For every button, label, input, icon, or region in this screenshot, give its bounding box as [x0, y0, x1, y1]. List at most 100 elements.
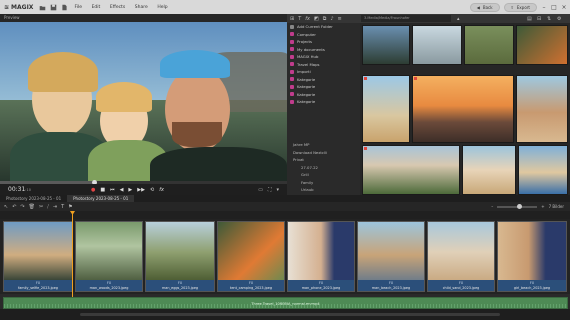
timeline-ruler[interactable] — [0, 211, 570, 219]
media-thumb[interactable] — [516, 75, 568, 143]
insert-icon[interactable]: ⇥ — [53, 204, 57, 210]
menu-share[interactable]: Share — [135, 5, 148, 10]
folder-item[interactable]: My documents — [287, 46, 360, 54]
menu-edit[interactable]: Edit — [92, 5, 101, 10]
tree-item[interactable]: 27.07.22 — [287, 164, 360, 172]
pointer-icon[interactable]: ↖ — [4, 204, 8, 210]
tree-item[interactable]: Family — [287, 179, 360, 187]
preview-controls: 00:31:10 ● ■ ⏮ ◀ ▶ ▶▶ ⟲ fx ▭ ⛶ ▾ — [0, 184, 287, 195]
zoom-in-icon[interactable]: + — [541, 204, 544, 209]
maximize-icon[interactable]: □ — [551, 4, 557, 11]
folder-list: Add Current Folder Computer Projects My … — [287, 23, 360, 195]
media-thumb[interactable] — [516, 25, 568, 65]
timeline-clip[interactable]: FX man_phone_2023.jpeg — [287, 221, 355, 292]
marker-icon[interactable]: ⚑ — [68, 204, 72, 210]
timeline-toolbar: ↖ ↶ ↷ 🗑 ✂ ⧸ ⇥ T ⚑ – + 7 Bilder — [0, 202, 570, 211]
music-icon[interactable]: ♪ — [330, 16, 333, 22]
cast-icon[interactable]: ▭ — [258, 187, 263, 193]
dropdown-icon[interactable]: ▾ — [276, 187, 279, 193]
settings-icon[interactable]: ⚙ — [557, 16, 561, 22]
folder-icon — [290, 47, 294, 52]
tree-item[interactable]: Urlaub — [287, 186, 360, 194]
folder-item[interactable]: Kategorie — [287, 91, 360, 99]
save-icon[interactable] — [50, 4, 57, 11]
stop-icon[interactable]: ■ — [100, 187, 105, 193]
skip-back-icon[interactable]: ⏮ — [110, 187, 115, 193]
export-button[interactable]: ⇪ Export — [503, 2, 537, 12]
media-thumb[interactable] — [462, 145, 516, 195]
cut-icon[interactable]: ✂ — [39, 204, 43, 210]
media-grid — [360, 23, 570, 195]
text-tool-icon[interactable]: T — [61, 204, 64, 210]
loop-icon[interactable]: ⟲ — [150, 187, 154, 193]
transition-icon[interactable]: ◩ — [314, 16, 319, 22]
media-thumb[interactable] — [412, 25, 462, 65]
horizontal-scrollbar[interactable] — [80, 313, 500, 316]
undo-icon[interactable]: ↶ — [12, 204, 16, 210]
project-tab[interactable]: Photostory 2023-08-25 - 01 — [0, 195, 67, 202]
fx-icon[interactable]: fx — [159, 187, 164, 193]
timeline-clip[interactable]: FX child_sand_2023.jpeg — [427, 221, 495, 292]
folder-item[interactable]: Add Current Folder — [287, 23, 360, 31]
tree-item[interactable]: Download Nextclli — [287, 149, 360, 157]
minimize-icon[interactable]: – — [541, 4, 547, 11]
template-icon[interactable]: ⧉ — [323, 16, 327, 22]
magix-logo-icon: ≋ — [4, 3, 10, 11]
document-icon[interactable] — [61, 4, 68, 11]
path-field[interactable]: 3.Media/Media/Fraunhofer — [361, 15, 451, 22]
tree-item[interactable]: Privat — [287, 156, 360, 164]
folder-item[interactable]: Kategorie — [287, 98, 360, 106]
fx-tab-icon[interactable]: fx — [305, 16, 310, 22]
folder-item[interactable]: Kategorie — [287, 83, 360, 91]
redo-icon[interactable]: ↷ — [20, 204, 24, 210]
timeline-clip[interactable]: FX tent_camping_2023.jpeg — [217, 221, 285, 292]
folder-item[interactable]: Computer — [287, 31, 360, 39]
fullscreen-icon[interactable]: ⛶ — [268, 187, 272, 193]
playhead[interactable] — [72, 211, 73, 297]
sort-icon[interactable]: ⇅ — [547, 16, 551, 22]
rewind-icon[interactable]: ◀ — [120, 187, 124, 193]
media-thumb[interactable] — [412, 75, 514, 143]
audio-track-clip[interactable]: Three Travel_1080BIA_normal.mvmp4 — [3, 297, 568, 309]
timeline-clip[interactable]: FX man_beach_2023.jpeg — [357, 221, 425, 292]
delete-icon[interactable]: 🗑 — [29, 204, 35, 210]
time-display: 00:31:10 — [8, 186, 31, 193]
timeline-clip[interactable]: FX man_woods_2023.jpeg — [75, 221, 143, 292]
close-icon[interactable]: × — [561, 4, 567, 11]
zoom-handle[interactable] — [517, 204, 523, 209]
timeline-clip[interactable]: FX man_eggs_2023.jpeg — [145, 221, 215, 292]
media-thumb[interactable] — [518, 145, 568, 195]
folder-icon — [290, 77, 294, 82]
media-thumb[interactable] — [362, 75, 410, 143]
media-thumb[interactable] — [464, 25, 514, 65]
timeline-clip[interactable]: FX family_selfie_2023.jpeg — [3, 221, 73, 292]
tree-item[interactable]: Jahre MP — [287, 141, 360, 149]
project-tab-active[interactable]: Photostory 2023-08-25 - 01 — [67, 195, 135, 202]
back-button[interactable]: ◀ Back — [469, 2, 500, 12]
zoom-out-icon[interactable]: – — [491, 204, 493, 209]
folder-item[interactable]: Travel Maps — [287, 61, 360, 69]
menu-help[interactable]: Help — [157, 5, 167, 10]
folder-icon[interactable] — [39, 4, 46, 11]
record-icon[interactable]: ● — [91, 187, 95, 193]
tree-item[interactable]: Grill — [287, 171, 360, 179]
folder-item[interactable]: Kategorie — [287, 76, 360, 84]
zoom-slider[interactable] — [497, 204, 538, 209]
view-icon[interactable]: ⊟ — [537, 16, 541, 22]
folder-up-icon[interactable]: ▴ — [457, 16, 460, 22]
media-thumb[interactable] — [362, 145, 460, 195]
folder-item[interactable]: MAGIX Hub — [287, 53, 360, 61]
overflow-icon[interactable]: ≡ — [338, 16, 342, 22]
forward-icon[interactable]: ▶▶ — [137, 187, 145, 193]
menu-file[interactable]: File — [74, 5, 82, 10]
timeline-clip[interactable]: FX girl_beach_2023.jpeg — [497, 221, 567, 292]
split-icon[interactable]: ⧸ — [47, 204, 49, 210]
menu-effects[interactable]: Effects — [110, 5, 125, 10]
grid-icon[interactable]: ⊞ — [290, 16, 294, 22]
text-icon[interactable]: T — [298, 16, 301, 22]
media-thumb[interactable] — [362, 25, 410, 65]
play-icon[interactable]: ▶ — [128, 187, 132, 193]
layout-icon[interactable]: ▤ — [527, 16, 532, 22]
folder-item[interactable]: Importi — [287, 68, 360, 76]
folder-item[interactable]: Projects — [287, 38, 360, 46]
